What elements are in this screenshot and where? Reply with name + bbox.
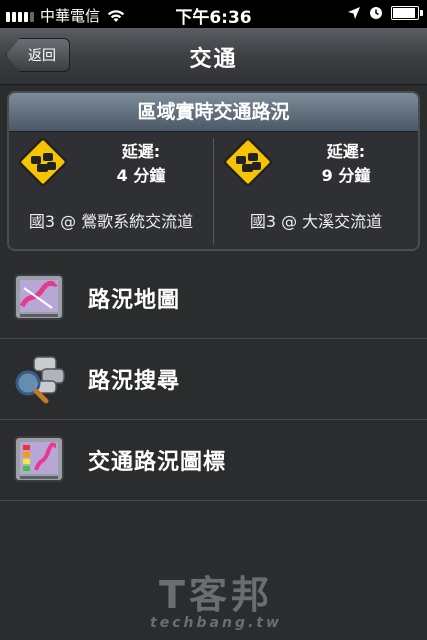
menu-item-traffic-legend[interactable]: 交通路況圖標 <box>0 420 427 501</box>
location-arrow-icon <box>348 7 360 19</box>
traffic-menu-list: 路況地圖 路況搜尋 交通路況圖標 <box>0 258 427 501</box>
road-location: 國3 @ 鶯歌系統交流道 <box>28 212 194 231</box>
traffic-jam-warning-icon <box>18 137 68 187</box>
techbang-watermark: T客邦 techbang.tw <box>126 575 306 631</box>
menu-item-label: 路況搜尋 <box>88 369 181 394</box>
navigation-bar: 返回 交通 <box>0 28 427 85</box>
traffic-summary-card: 區域實時交通路況 延遲: 4 分鐘 國3 @ 鶯歌系統交流道 延遲: 9 分鐘 … <box>7 91 420 251</box>
delay-label: 延遲: <box>326 142 366 161</box>
delay-value: 9 分鐘 <box>321 166 371 185</box>
status-bar: 中華電信 下午6:36 <box>0 0 427 28</box>
watermark-logo: T客邦 <box>159 573 273 617</box>
traffic-card-header: 區域實時交通路況 <box>9 93 418 132</box>
traffic-jam-warning-icon <box>223 137 273 187</box>
traffic-item[interactable]: 延遲: 9 分鐘 國3 @ 大溪交流道 <box>214 132 418 249</box>
status-right <box>347 6 423 20</box>
menu-item-label: 交通路況圖標 <box>88 450 227 475</box>
menu-item-traffic-map[interactable]: 路況地圖 <box>0 258 427 339</box>
menu-item-label: 路況地圖 <box>88 288 181 313</box>
menu-item-traffic-search[interactable]: 路況搜尋 <box>0 339 427 420</box>
road-location: 國3 @ 大溪交流道 <box>249 212 383 231</box>
traffic-map-icon <box>14 274 64 320</box>
battery-icon <box>391 6 423 20</box>
traffic-search-icon <box>15 356 65 404</box>
page-title: 交通 <box>189 47 238 72</box>
traffic-legend-icon <box>14 436 64 482</box>
delay-value: 4 分鐘 <box>116 166 166 185</box>
traffic-item[interactable]: 延遲: 4 分鐘 國3 @ 鶯歌系統交流道 <box>9 132 213 249</box>
watermark-url: techbang.tw <box>150 615 282 631</box>
alarm-clock-icon <box>370 7 382 19</box>
delay-label: 延遲: <box>121 142 161 161</box>
